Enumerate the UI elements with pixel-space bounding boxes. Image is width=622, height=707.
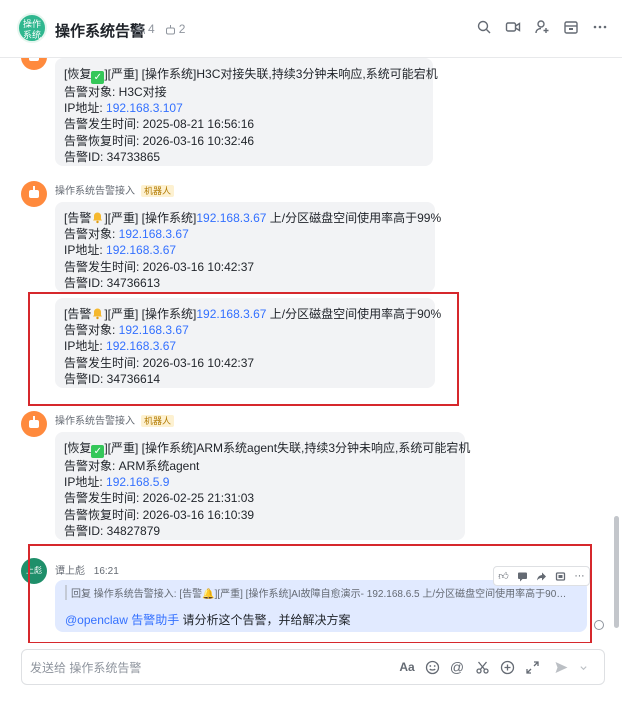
emoji-icon[interactable]	[424, 659, 440, 675]
bot-icon	[165, 24, 175, 34]
members-icon	[134, 24, 145, 34]
alert-object-line: 告警对象: 192.168.3.67	[64, 227, 189, 242]
group-avatar-text: 操作 系统	[22, 19, 41, 40]
highlight-frame	[28, 544, 592, 643]
send-icon[interactable]	[553, 659, 569, 675]
ip-line: IP地址: 192.168.3.67	[64, 243, 177, 258]
ip-link[interactable]: 192.168.3.67	[119, 227, 189, 241]
message-bubble[interactable]: [恢复 ✓][严重] [操作系统]ARM系统agent失联,持续3分钟未响应,系统…	[55, 432, 471, 540]
ip-link[interactable]: 192.168.3.107	[106, 101, 183, 115]
ip-link[interactable]: 192.168.3.67	[106, 243, 176, 257]
message-input[interactable]	[30, 658, 370, 678]
mention-icon[interactable]: @	[449, 659, 465, 675]
alert-id-line: 告警ID: 34733865	[64, 149, 161, 164]
bot-count[interactable]: 2	[165, 22, 185, 36]
message-bubble[interactable]: [恢复 ✓][严重] [操作系统]H3C对接失联,持续3分钟未响应,系统可能宕机 …	[55, 58, 438, 166]
ip-link[interactable]: 192.168.3.67	[196, 211, 266, 225]
alert-time-line: 告警发生时间: 2026-03-16 10:42:37	[64, 259, 255, 274]
group-avatar[interactable]: 操作 系统	[17, 13, 47, 43]
message-list[interactable]: [恢复 ✓][严重] [操作系统]H3C对接失联,持续3分钟未响应,系统可能宕机 …	[0, 58, 622, 643]
check-icon: ✓	[91, 71, 105, 84]
alert-title-line: [恢复 ✓][严重] [操作系统]H3C对接失联,持续3分钟未响应,系统可能宕机	[64, 67, 438, 84]
recover-time-line: 告警恢复时间: 2026-03-16 10:32:46	[64, 133, 255, 148]
chat-meta: 4 2	[134, 22, 185, 36]
message-composer: Aa @	[21, 649, 605, 685]
read-status-icon	[594, 620, 604, 630]
bot-avatar[interactable]	[21, 411, 47, 437]
highlight-frame	[28, 292, 459, 406]
scrollbar[interactable]	[614, 516, 619, 628]
bot-avatar[interactable]	[21, 181, 47, 207]
font-icon[interactable]: Aa	[399, 659, 415, 675]
bell-icon	[93, 212, 103, 224]
message-bubble[interactable]: [告警][严重] [操作系统]192.168.3.67 上/分区磁盘空间使用率高…	[55, 202, 442, 292]
alert-time-line: 告警发生时间: 2025-08-21 16:56:16	[64, 117, 255, 132]
bot-tag: 机器人	[141, 415, 175, 427]
more-icon[interactable]	[592, 19, 608, 35]
bot-tag: 机器人	[141, 185, 175, 197]
sender-name[interactable]: 操作系统告警接入 机器人	[55, 412, 175, 427]
add-member-icon[interactable]	[534, 19, 550, 35]
alert-title-line: [恢复 ✓][严重] [操作系统]ARM系统agent失联,持续3分钟未响应,系统…	[64, 441, 471, 458]
chat-header: 操作 系统 操作系统告警 4 2	[0, 0, 622, 58]
bot-avatar[interactable]	[21, 58, 47, 70]
chevron-down-icon[interactable]	[578, 659, 588, 675]
chat-title[interactable]: 操作系统告警	[55, 20, 145, 41]
ip-line: IP地址: 192.168.5.9	[64, 475, 170, 490]
video-icon[interactable]	[505, 19, 521, 35]
alert-object-line: 告警对象: ARM系统agent	[64, 459, 200, 473]
ip-link[interactable]: 192.168.5.9	[106, 475, 169, 489]
search-icon[interactable]	[476, 19, 492, 35]
ip-line: IP地址: 192.168.3.107	[64, 101, 183, 116]
alert-id-line: 告警ID: 34827879	[64, 523, 161, 538]
sender-name[interactable]: 操作系统告警接入 机器人	[55, 182, 175, 197]
calendar-icon[interactable]	[563, 19, 579, 35]
expand-icon[interactable]	[524, 659, 540, 675]
member-count[interactable]: 4	[134, 22, 155, 36]
alert-id-line: 告警ID: 34736613	[64, 275, 161, 290]
check-icon: ✓	[91, 445, 105, 458]
alert-object-line: 告警对象: H3C对接	[64, 85, 167, 99]
recover-time-line: 告警恢复时间: 2026-03-16 16:10:39	[64, 507, 255, 522]
scissors-icon[interactable]	[474, 659, 490, 675]
alert-time-line: 告警发生时间: 2026-02-25 21:31:03	[64, 491, 255, 506]
composer-toolbar: Aa @	[399, 659, 588, 675]
header-actions	[476, 19, 608, 35]
alert-title-line: [告警][严重] [操作系统]192.168.3.67 上/分区磁盘空间使用率高…	[64, 211, 442, 225]
add-icon[interactable]	[499, 659, 515, 675]
